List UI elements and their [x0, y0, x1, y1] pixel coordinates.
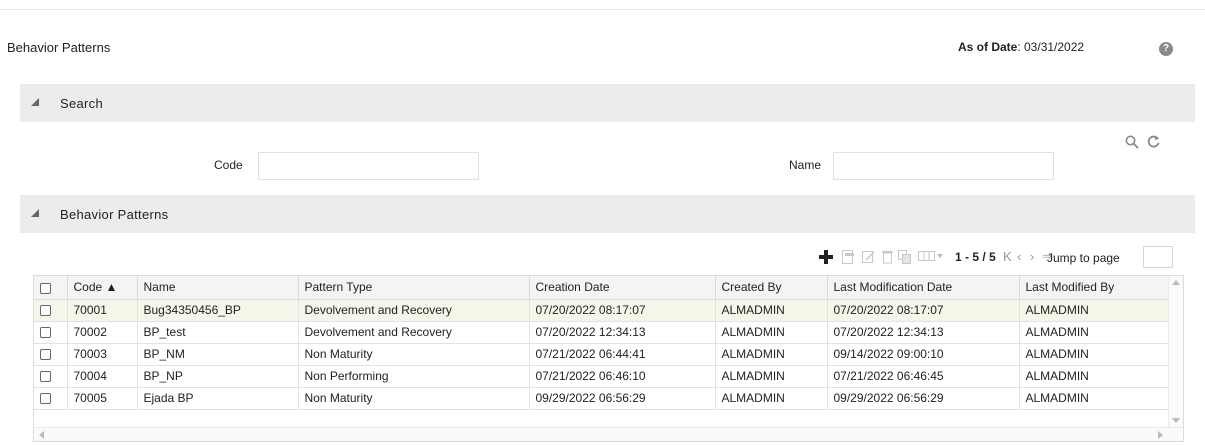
cell-pattern-type: Devolvement and Recovery	[298, 299, 530, 322]
search-section-label: Search	[60, 96, 103, 111]
next-page-icon[interactable]: ›	[1030, 249, 1034, 264]
select-all-cell[interactable]	[34, 276, 68, 300]
cell-last-modification-date: 09/14/2022 09:00:10	[827, 343, 1020, 366]
vertical-scrollbar[interactable]	[1168, 276, 1183, 427]
cell-code: 70003	[67, 343, 138, 366]
cell-name: Ejada BP	[137, 387, 299, 410]
page-title: Behavior Patterns	[7, 40, 111, 55]
horizontal-scrollbar[interactable]	[34, 427, 1183, 441]
cell-code: 70001	[67, 299, 138, 322]
row-select-cell[interactable]	[34, 365, 68, 388]
row-checkbox[interactable]	[40, 327, 51, 339]
cell-created-by: ALMADMIN	[715, 299, 828, 322]
cell-last-modification-date: 07/21/2022 06:46:45	[827, 365, 1020, 388]
cell-code: 70004	[67, 365, 138, 388]
row-checkbox[interactable]	[40, 305, 51, 317]
cell-last-modification-date: 07/20/2022 08:17:07	[827, 299, 1020, 322]
delete-icon[interactable]	[882, 250, 893, 264]
row-checkbox[interactable]	[40, 393, 51, 405]
copy-icon[interactable]	[898, 250, 912, 264]
prev-page-icon[interactable]: ‹	[1017, 249, 1021, 264]
row-checkbox[interactable]	[40, 371, 51, 383]
cell-code: 70002	[67, 321, 138, 344]
column-header-last-modification-date[interactable]: Last Modification Date	[827, 276, 1020, 300]
cell-last-modified-by: ALMADMIN	[1019, 365, 1169, 388]
cell-name: BP_NP	[137, 365, 299, 388]
cell-created-by: ALMADMIN	[715, 343, 828, 366]
scroll-down-icon[interactable]	[1172, 418, 1180, 423]
cell-pattern-type: Non Maturity	[298, 387, 530, 410]
column-header-creation-date[interactable]: Creation Date	[529, 276, 716, 300]
select-all-checkbox[interactable]	[40, 282, 51, 294]
first-page-icon[interactable]: K	[1003, 249, 1012, 264]
cell-last-modified-by: ALMADMIN	[1019, 387, 1169, 410]
cell-pattern-type: Non Maturity	[298, 343, 530, 366]
jump-to-page-label: Jump to page	[1047, 251, 1120, 265]
refresh-icon[interactable]	[1146, 134, 1161, 149]
cell-created-by: ALMADMIN	[715, 321, 828, 344]
collapse-triangle-icon[interactable]	[31, 209, 39, 217]
scroll-right-icon[interactable]	[1158, 431, 1163, 439]
row-select-cell[interactable]	[34, 387, 68, 410]
view-icon[interactable]	[842, 250, 855, 264]
scroll-left-icon[interactable]	[39, 431, 44, 439]
cell-name: Bug34350456_BP	[137, 299, 299, 322]
column-header-created-by[interactable]: Created By	[715, 276, 828, 300]
cell-pattern-type: Devolvement and Recovery	[298, 321, 530, 344]
cell-created-by: ALMADMIN	[715, 387, 828, 410]
table-row[interactable]: 70003 BP_NM Non Maturity 07/21/2022 06:4…	[34, 343, 1169, 366]
name-label: Name	[789, 158, 822, 172]
table-row[interactable]: 70004 BP_NP Non Performing 07/21/2022 06…	[34, 365, 1169, 388]
row-select-cell[interactable]	[34, 343, 68, 366]
cell-last-modified-by: ALMADMIN	[1019, 321, 1169, 344]
row-checkbox[interactable]	[40, 349, 51, 361]
cell-name: BP_test	[137, 321, 299, 344]
column-header-name[interactable]: Name	[137, 276, 299, 300]
cell-name: BP_NM	[137, 343, 299, 366]
row-select-cell[interactable]	[34, 299, 68, 322]
patterns-grid: Code ▲ Name Pattern Type Creation Date C…	[33, 275, 1184, 442]
column-chooser-icon[interactable]	[918, 250, 944, 264]
column-header-pattern-type[interactable]: Pattern Type	[298, 276, 530, 300]
cell-creation-date: 07/21/2022 06:44:41	[529, 343, 716, 366]
collapse-triangle-icon[interactable]	[31, 98, 39, 106]
as-of-date: As of Date: 03/31/2022	[958, 40, 1084, 54]
table-row[interactable]: 70002 BP_test Devolvement and Recovery 0…	[34, 321, 1169, 344]
top-divider	[0, 9, 1205, 10]
cell-created-by: ALMADMIN	[715, 365, 828, 388]
cell-last-modified-by: ALMADMIN	[1019, 343, 1169, 366]
patterns-table: Code ▲ Name Pattern Type Creation Date C…	[34, 276, 1169, 410]
code-label: Code	[214, 158, 243, 172]
cell-code: 70005	[67, 387, 138, 410]
cell-pattern-type: Non Performing	[298, 365, 530, 388]
table-row[interactable]: 70005 Ejada BP Non Maturity 09/29/2022 0…	[34, 387, 1169, 410]
as-of-date-label: As of Date	[958, 40, 1018, 54]
cell-creation-date: 07/21/2022 06:46:10	[529, 365, 716, 388]
pager-range: 1 - 5 / 5	[955, 250, 996, 264]
cell-last-modified-by: ALMADMIN	[1019, 299, 1169, 322]
cell-last-modification-date: 07/20/2022 12:34:13	[827, 321, 1020, 344]
scroll-up-icon[interactable]	[1172, 280, 1180, 285]
search-section-header[interactable]: Search	[20, 84, 1195, 122]
help-icon[interactable]: ?	[1159, 42, 1173, 56]
search-icon[interactable]	[1125, 135, 1139, 149]
as-of-date-value: : 03/31/2022	[1017, 40, 1085, 54]
cell-creation-date: 09/29/2022 06:56:29	[529, 387, 716, 410]
table-row[interactable]: 70001 Bug34350456_BP Devolvement and Rec…	[34, 299, 1169, 322]
cell-last-modification-date: 09/29/2022 06:56:29	[827, 387, 1020, 410]
add-icon[interactable]	[819, 250, 833, 264]
row-select-cell[interactable]	[34, 321, 68, 344]
table-header-row: Code ▲ Name Pattern Type Creation Date C…	[34, 276, 1169, 300]
edit-icon[interactable]	[862, 250, 875, 264]
jump-to-page-input[interactable]	[1143, 246, 1173, 268]
list-section-label: Behavior Patterns	[60, 207, 169, 222]
list-section-header[interactable]: Behavior Patterns	[20, 195, 1195, 233]
name-input[interactable]	[833, 152, 1054, 180]
column-header-last-modified-by[interactable]: Last Modified By	[1019, 276, 1169, 300]
cell-creation-date: 07/20/2022 12:34:13	[529, 321, 716, 344]
column-header-code[interactable]: Code ▲	[67, 276, 138, 300]
code-input[interactable]	[258, 152, 479, 180]
cell-creation-date: 07/20/2022 08:17:07	[529, 299, 716, 322]
